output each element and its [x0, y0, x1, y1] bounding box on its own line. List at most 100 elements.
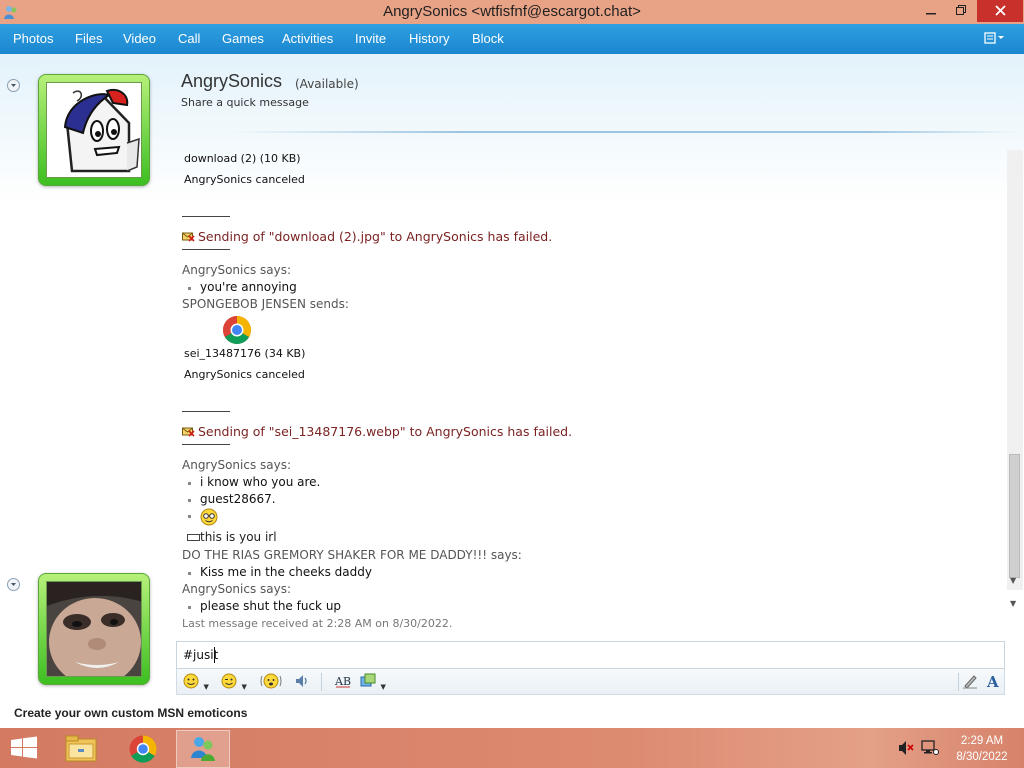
speaker-icon	[296, 675, 307, 687]
network-icon[interactable]	[921, 740, 939, 760]
menu-block[interactable]: Block	[472, 31, 504, 46]
contact-personal-message: Share a quick message	[181, 96, 309, 109]
menu-activities[interactable]: Activities	[282, 31, 333, 46]
title-bar: AngrySonics <wtfisfnf@escargot.chat>	[0, 0, 1024, 24]
chevron-down-icon: ▼	[203, 683, 209, 691]
nerd-emoticon-icon	[200, 508, 218, 526]
collapse-my-avatar-button[interactable]	[7, 578, 20, 591]
menu-options-icon	[984, 32, 1004, 44]
sender-label: SPONGEBOB JENSEN sends:	[182, 297, 349, 311]
chrome-icon	[129, 735, 157, 763]
clock-date: 8/30/2022	[956, 751, 1008, 763]
taskbar: 2:29 AM 8/30/2022	[0, 728, 1024, 768]
user-photo-image	[47, 582, 141, 676]
toolbar-separator	[958, 673, 959, 691]
restore-button[interactable]	[946, 0, 976, 22]
handwriting-button[interactable]	[962, 673, 978, 691]
taskbar-file-explorer[interactable]	[54, 730, 108, 768]
divider	[182, 216, 230, 217]
winks-button[interactable]: ▼	[221, 673, 247, 691]
spell-check-button[interactable]: AB	[334, 673, 352, 691]
message-text: please shut the fuck up	[182, 599, 341, 613]
contact-name: AngrySonics	[181, 71, 283, 91]
font-button[interactable]: A	[987, 673, 999, 691]
nudge-icon	[260, 673, 282, 689]
background-icon	[360, 673, 376, 687]
my-avatar[interactable]	[38, 573, 150, 685]
taskbar-chrome[interactable]	[116, 730, 170, 768]
message-input[interactable]: #jusit	[176, 641, 1005, 669]
close-icon	[994, 5, 1006, 16]
menu-photos[interactable]: Photos	[13, 31, 53, 46]
file-transfer-name[interactable]: download (2) (10 KB)	[184, 152, 301, 165]
scrollbar-thumb[interactable]	[1009, 454, 1020, 578]
homestar-avatar-image	[47, 83, 141, 177]
close-button[interactable]	[977, 0, 1023, 22]
send-failed-message: Sending of "download (2).jpg" to AngrySo…	[182, 229, 552, 244]
conversation-scrollbar[interactable]: ▼	[1007, 150, 1023, 590]
file-transfer-name[interactable]: sei_13487176 (34 KB)	[184, 347, 305, 360]
file-transfer-status: AngrySonics canceled	[184, 173, 305, 186]
chevron-down-icon: ▼	[380, 683, 386, 691]
menu-files[interactable]: Files	[75, 31, 102, 46]
send-failed-icon	[182, 232, 195, 242]
nudge-button[interactable]	[260, 673, 282, 691]
menu-history[interactable]: History	[409, 31, 449, 46]
contact-status: (Available)	[295, 77, 359, 91]
scroll-down-arrow[interactable]: ▼	[1010, 576, 1016, 585]
collapse-contact-avatar-button[interactable]	[7, 79, 20, 92]
message-emoticon	[182, 508, 218, 526]
sender-label: AngrySonics says:	[182, 582, 292, 596]
compose-toolbar: ▼ ▼ AB ▼ A	[176, 669, 1005, 695]
message-text: Kiss me in the cheeks daddy	[182, 565, 372, 579]
send-failed-icon	[182, 427, 195, 437]
windows-logo-icon	[11, 736, 37, 759]
taskbar-messenger[interactable]	[176, 730, 230, 768]
show-menu-button[interactable]	[984, 31, 1006, 48]
start-button[interactable]	[10, 736, 38, 760]
sender-label: AngrySonics says:	[182, 458, 292, 472]
taskbar-clock[interactable]: 2:29 AM 8/30/2022	[950, 733, 1014, 765]
file-transfer-status: AngrySonics canceled	[184, 368, 305, 381]
menu-call[interactable]: Call	[178, 31, 200, 46]
divider	[182, 444, 230, 445]
volume-muted-icon[interactable]	[898, 740, 914, 760]
message-text: i know who you are.	[182, 475, 320, 489]
toolbar-separator	[321, 673, 322, 691]
smiley-icon	[183, 673, 199, 689]
emoticons-button[interactable]: ▼	[183, 673, 209, 691]
svg-text:AB: AB	[334, 675, 351, 688]
message-input-text: #jusit	[183, 648, 219, 662]
chevron-down-icon: ▼	[241, 683, 247, 691]
clock-time: 2:29 AM	[960, 735, 1004, 747]
scroll-down-arrow[interactable]: ▼	[1010, 599, 1016, 608]
broken-image-icon	[187, 534, 200, 541]
font-icon: A	[987, 673, 999, 691]
contact-avatar[interactable]	[38, 74, 150, 186]
conversation-window	[0, 54, 1024, 728]
minimize-icon	[926, 13, 936, 15]
sender-label: AngrySonics says:	[182, 263, 292, 277]
message-text: guest28667.	[182, 492, 276, 506]
header-divider	[230, 131, 1020, 133]
chrome-file-icon[interactable]	[222, 315, 252, 345]
voice-clip-button[interactable]	[294, 673, 310, 691]
messenger-icon	[191, 737, 215, 761]
spellcheck-icon: AB	[334, 675, 351, 688]
divider	[182, 411, 230, 412]
window-title: AngrySonics <wtfisfnf@escargot.chat>	[383, 3, 641, 20]
chevron-down-icon	[11, 583, 16, 586]
background-button[interactable]: ▼	[360, 673, 386, 691]
custom-emoticons-link[interactable]: Create your own custom MSN emoticons	[14, 706, 247, 720]
menu-bar: Photos Files Video Call Games Activities…	[0, 24, 1024, 54]
folder-icon	[65, 735, 97, 762]
wink-icon	[221, 673, 237, 689]
menu-video[interactable]: Video	[123, 31, 156, 46]
message-text: this is you irl	[187, 530, 277, 544]
minimize-button[interactable]	[916, 0, 946, 22]
menu-invite[interactable]: Invite	[355, 31, 386, 46]
menu-games[interactable]: Games	[222, 31, 264, 46]
restore-icon	[956, 5, 966, 15]
send-failed-message: Sending of "sei_13487176.webp" to AngryS…	[182, 424, 572, 439]
last-message-timestamp: Last message received at 2:28 AM on 8/30…	[182, 617, 453, 630]
